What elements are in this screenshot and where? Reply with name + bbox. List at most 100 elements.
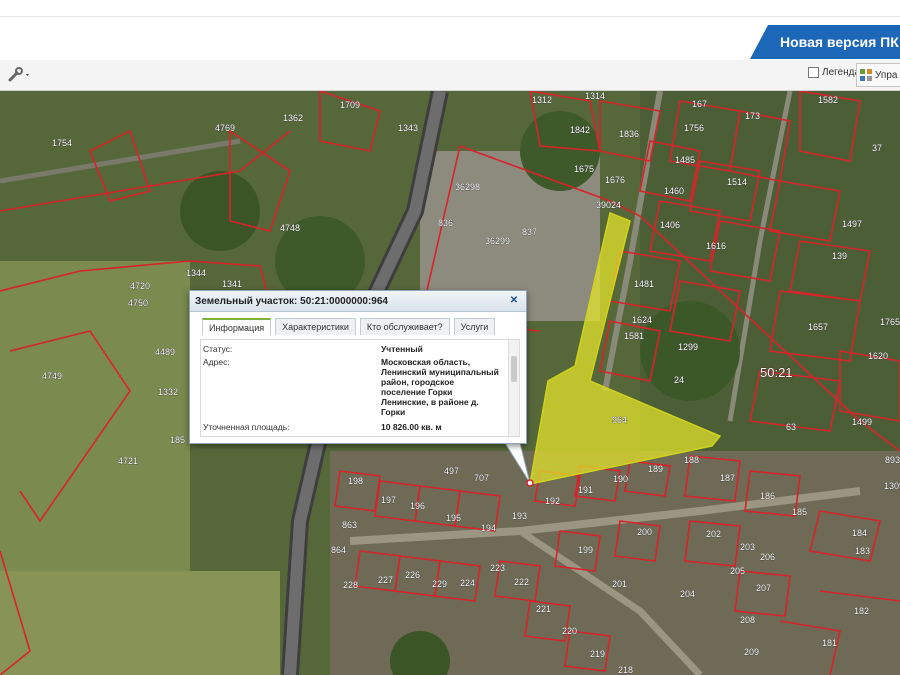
parcel-label: 184 [852,528,867,538]
parcel-label: 4721 [118,456,138,466]
parcel-label: 197 [381,495,396,505]
parcel-label: 1616 [706,241,726,251]
parcel-label: 4749 [42,371,62,381]
parcel-label: 193 [512,511,527,521]
parcel-label: 218 [618,665,633,675]
address-line: Ленинские, в районе д. [381,397,479,407]
parcel-label: 202 [706,529,721,539]
parcel-label: 1460 [664,186,684,196]
parcel-label: 1344 [186,268,206,278]
parcel-label: 201 [612,579,627,589]
parcel-label: 221 [536,604,551,614]
parcel-label: 24 [674,375,684,385]
parcel-label: 222 [514,577,529,587]
status-value: Учтенный [381,344,423,354]
parcel-label: 1624 [632,315,652,325]
tab-services[interactable]: Услуги [453,318,496,335]
parcel-label: 1481 [634,279,654,289]
parcel-label: 893 [885,455,900,465]
parcel-label: 1309 [884,481,900,491]
parcel-label: 190 [613,474,628,484]
parcel-label: 207 [756,583,771,593]
new-version-button[interactable]: Новая версия ПК [750,25,900,59]
parcel-label: 707 [474,473,489,483]
parcel-label: 200 [637,527,652,537]
tab-who-serves[interactable]: Кто обслуживает? [359,318,450,335]
parcel-label: 196 [410,501,425,511]
parcel-marker [526,479,534,487]
parcel-label: 189 [648,464,663,474]
parcel-label: 1620 [868,351,888,361]
parcel-label: 1676 [605,175,625,185]
parcel-label: 4489 [155,347,175,357]
manage-label: Упра [875,69,898,81]
parcel-label: 863 [342,520,357,530]
parcel-label: 185 [792,507,807,517]
map-toolbar: Легенда Упра [0,60,900,91]
parcel-label: 1497 [842,219,862,229]
area-label: Уточненная площадь: [203,422,290,432]
top-bar: Новая версия ПК [0,0,900,61]
parcel-label: 4750 [128,298,148,308]
parcel-label: 964 [612,415,627,425]
satellite-map[interactable]: 1709 1343 1362 4769 1754 4748 36298 4750… [0,91,900,675]
parcel-label: 205 [730,566,745,576]
parcel-label: 1754 [52,138,72,148]
parcel-label: 198 [348,476,363,486]
parcel-label: 36299 [485,236,510,246]
top-divider [0,16,900,17]
popup-scrollbar[interactable] [508,340,519,436]
parcel-label: 1485 [675,155,695,165]
tab-characteristics[interactable]: Характеристики [275,318,356,335]
parcel-label: 173 [745,111,760,121]
parcel-label: 185 [170,435,185,445]
tool-dropdown-button[interactable] [4,65,32,85]
parcel-label: 1581 [624,331,644,341]
parcel-label: 1343 [398,123,418,133]
manage-button[interactable]: Упра [856,63,900,87]
parcel-label: 497 [444,466,459,476]
parcel-label: 864 [331,545,346,555]
parcel-label: 36298 [455,182,480,192]
parcel-label: 227 [378,575,393,585]
parcel-label: 1514 [727,177,747,187]
address-line: Горки [381,407,406,417]
parcel-label: 1312 [532,95,552,105]
parcel-label: 1836 [619,129,639,139]
legend-checkbox[interactable] [808,67,819,78]
parcel-info-popup: Земельный участок: 50:21:0000000:964 ✕ И… [189,290,527,444]
status-label: Статус: [203,344,233,354]
popup-content: Статус: Учтенный Адрес: Московская облас… [200,339,520,437]
popup-title: Земельный участок: 50:21:0000000:964 [195,295,388,307]
parcel-label: 229 [432,579,447,589]
parcel-label: 1842 [570,125,590,135]
parcel-label: 203 [740,542,755,552]
address-label: Адрес: [203,357,230,367]
parcel-label: 1299 [678,342,698,352]
parcel-label: 220 [562,626,577,636]
legend-toggle[interactable]: Легенда [808,67,860,78]
parcel-label: 4748 [280,223,300,233]
parcel-label: 1314 [585,91,605,101]
parcel-label: 226 [405,570,420,580]
scrollbar-thumb[interactable] [511,356,517,382]
parcel-label: 209 [744,647,759,657]
address-line: Ленинский муниципальный [381,367,499,377]
parcel-label: 194 [481,523,496,533]
parcel-label: 182 [854,606,869,616]
parcel-label: 1362 [283,113,303,123]
parcel-label: 1756 [684,123,704,133]
parcel-label: 208 [740,615,755,625]
parcel-label: 181 [822,638,837,648]
parcel-label: 837 [522,227,537,237]
parcel-label: 186 [760,491,775,501]
parcel-label: 1709 [340,100,360,110]
close-icon[interactable]: ✕ [509,296,519,306]
parcel-label: 191 [578,485,593,495]
parcel-label: 206 [760,552,775,562]
parcel-label: 37 [872,143,882,153]
parcel-label: 1657 [808,322,828,332]
parcel-label: 4720 [130,281,150,291]
address-line: поселение Горки [381,387,453,397]
tab-information[interactable]: Информация [202,318,272,335]
